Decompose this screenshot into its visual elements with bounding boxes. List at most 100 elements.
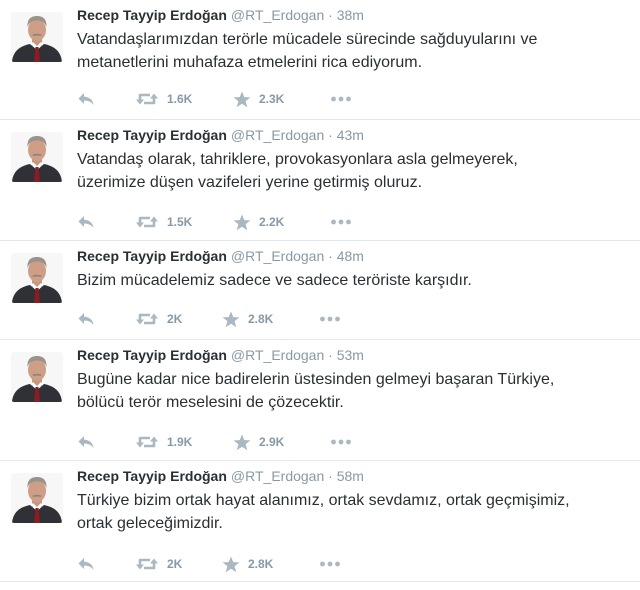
tweet-text-line: Bugüne kadar nice badirelerin üstesinden…: [77, 371, 555, 388]
tweet-text: Türkiye bizim ortak hayat alanımız, orta…: [77, 489, 622, 535]
tweet: Recep Tayyip Erdoğan @RT_Erdogan · 58m Tü…: [0, 461, 640, 582]
retweet-icon: [135, 556, 159, 572]
more-dots-icon: [319, 560, 341, 568]
separator: ·: [324, 347, 337, 363]
reply-arrow-icon: [77, 91, 95, 107]
star-icon: [233, 434, 251, 451]
retweet-count: 2K: [167, 557, 183, 571]
reply-button[interactable]: [77, 432, 95, 452]
avatar[interactable]: [11, 253, 63, 303]
reply-arrow-icon: [77, 434, 95, 450]
tweet-timeline: Recep Tayyip Erdoğan @RT_Erdogan · 38m Va…: [0, 0, 640, 590]
retweet-button[interactable]: 2K: [135, 309, 182, 329]
author-name[interactable]: Recep Tayyip Erdoğan: [77, 468, 227, 484]
reply-arrow-icon: [77, 311, 95, 327]
reply-arrow-icon: [77, 214, 95, 230]
more-dots-icon: [330, 218, 352, 226]
tweet-text-line: Vatandaşlarımızdan terörle mücadele süre…: [77, 31, 538, 48]
tweet-text-line: ortak geleceğimizdir.: [77, 515, 223, 532]
favorite-count: 2.9K: [259, 435, 285, 449]
favorite-button[interactable]: 2.9K: [233, 432, 284, 452]
star-icon: [222, 556, 240, 573]
tweet: Recep Tayyip Erdoğan @RT_Erdogan · 48m Bi…: [0, 241, 640, 340]
separator: ·: [324, 248, 337, 264]
timestamp[interactable]: 43m: [337, 127, 364, 143]
author-handle[interactable]: @RT_Erdogan: [231, 468, 324, 484]
star-icon: [233, 91, 251, 108]
retweet-count: 2K: [167, 312, 183, 326]
tweet: Recep Tayyip Erdoğan @RT_Erdogan · 43m Va…: [0, 120, 640, 241]
separator: ·: [324, 7, 337, 23]
reply-button[interactable]: [77, 212, 95, 232]
author-name[interactable]: Recep Tayyip Erdoğan: [77, 127, 227, 143]
timestamp[interactable]: 53m: [337, 347, 364, 363]
more-button[interactable]: [319, 309, 341, 329]
retweet-count: 1.9K: [167, 435, 193, 449]
timestamp[interactable]: 48m: [337, 248, 364, 264]
author-handle[interactable]: @RT_Erdogan: [231, 347, 324, 363]
avatar[interactable]: [11, 473, 63, 523]
reply-button[interactable]: [77, 309, 95, 329]
tweet-text: Vatandaşlarımızdan terörle mücadele süre…: [77, 28, 622, 74]
tweet-text-line: bölücü terör meselesini de çözecektir.: [77, 394, 344, 411]
tweet-header: Recep Tayyip Erdoğan @RT_Erdogan · 58m: [77, 467, 364, 485]
tweet-text-line: Bizim mücadelemiz sadece ve sadece terör…: [77, 272, 472, 289]
retweet-count: 1.5K: [167, 215, 193, 229]
more-button[interactable]: [319, 554, 341, 574]
separator: ·: [324, 127, 337, 143]
favorite-count: 2.2K: [259, 215, 285, 229]
favorite-button[interactable]: 2.8K: [222, 309, 273, 329]
reply-button[interactable]: [77, 89, 95, 109]
more-button[interactable]: [330, 432, 352, 452]
favorite-button[interactable]: 2.3K: [233, 89, 284, 109]
favorite-count: 2.3K: [259, 92, 285, 106]
more-dots-icon: [330, 95, 352, 103]
reply-arrow-icon: [77, 556, 95, 572]
tweet: Recep Tayyip Erdoğan @RT_Erdogan · 38m Va…: [0, 0, 640, 120]
author-name[interactable]: Recep Tayyip Erdoğan: [77, 347, 227, 363]
tweet-text-line: üzerimize düşen vazifeleri yerine getirm…: [77, 174, 423, 191]
retweet-icon: [135, 434, 159, 450]
tweet-text-line: Türkiye bizim ortak hayat alanımız, orta…: [77, 492, 570, 509]
retweet-button[interactable]: 1.6K: [135, 89, 192, 109]
tweet-header: Recep Tayyip Erdoğan @RT_Erdogan · 38m: [77, 6, 364, 24]
tweet-text: Vatandaş olarak, tahriklere, provokasyon…: [77, 148, 622, 194]
tweet-text: Bizim mücadelemiz sadece ve sadece terör…: [77, 269, 622, 292]
more-dots-icon: [330, 438, 352, 446]
author-name[interactable]: Recep Tayyip Erdoğan: [77, 248, 227, 264]
tweet-header: Recep Tayyip Erdoğan @RT_Erdogan · 48m: [77, 247, 364, 265]
retweet-icon: [135, 91, 159, 107]
timestamp[interactable]: 38m: [337, 7, 364, 23]
tweet-header: Recep Tayyip Erdoğan @RT_Erdogan · 53m: [77, 346, 364, 364]
tweet: Recep Tayyip Erdoğan @RT_Erdogan · 53m Bu…: [0, 340, 640, 461]
star-icon: [222, 311, 240, 328]
avatar[interactable]: [11, 352, 63, 402]
tweet-text-line: metanetlerini muhafaza etmelerini rica e…: [77, 54, 423, 71]
retweet-button[interactable]: 2K: [135, 554, 182, 574]
retweet-icon: [135, 311, 159, 327]
more-dots-icon: [319, 315, 341, 323]
retweet-icon: [135, 214, 159, 230]
tweet-text-line: Vatandaş olarak, tahriklere, provokasyon…: [77, 151, 518, 168]
author-name[interactable]: Recep Tayyip Erdoğan: [77, 7, 227, 23]
tweet-text: Bugüne kadar nice badirelerin üstesinden…: [77, 368, 622, 414]
author-handle[interactable]: @RT_Erdogan: [231, 127, 324, 143]
reply-button[interactable]: [77, 554, 95, 574]
favorite-button[interactable]: 2.2K: [233, 212, 284, 232]
tweet-header: Recep Tayyip Erdoğan @RT_Erdogan · 43m: [77, 126, 364, 144]
avatar[interactable]: [11, 132, 63, 182]
retweet-button[interactable]: 1.9K: [135, 432, 192, 452]
author-handle[interactable]: @RT_Erdogan: [231, 248, 324, 264]
favorite-button[interactable]: 2.8K: [222, 554, 273, 574]
retweet-count: 1.6K: [167, 92, 193, 106]
avatar[interactable]: [11, 12, 63, 62]
timestamp[interactable]: 58m: [337, 468, 364, 484]
separator: ·: [324, 468, 337, 484]
favorite-count: 2.8K: [248, 557, 274, 571]
more-button[interactable]: [330, 89, 352, 109]
more-button[interactable]: [330, 212, 352, 232]
retweet-button[interactable]: 1.5K: [135, 212, 192, 232]
favorite-count: 2.8K: [248, 312, 274, 326]
author-handle[interactable]: @RT_Erdogan: [231, 7, 324, 23]
star-icon: [233, 214, 251, 231]
